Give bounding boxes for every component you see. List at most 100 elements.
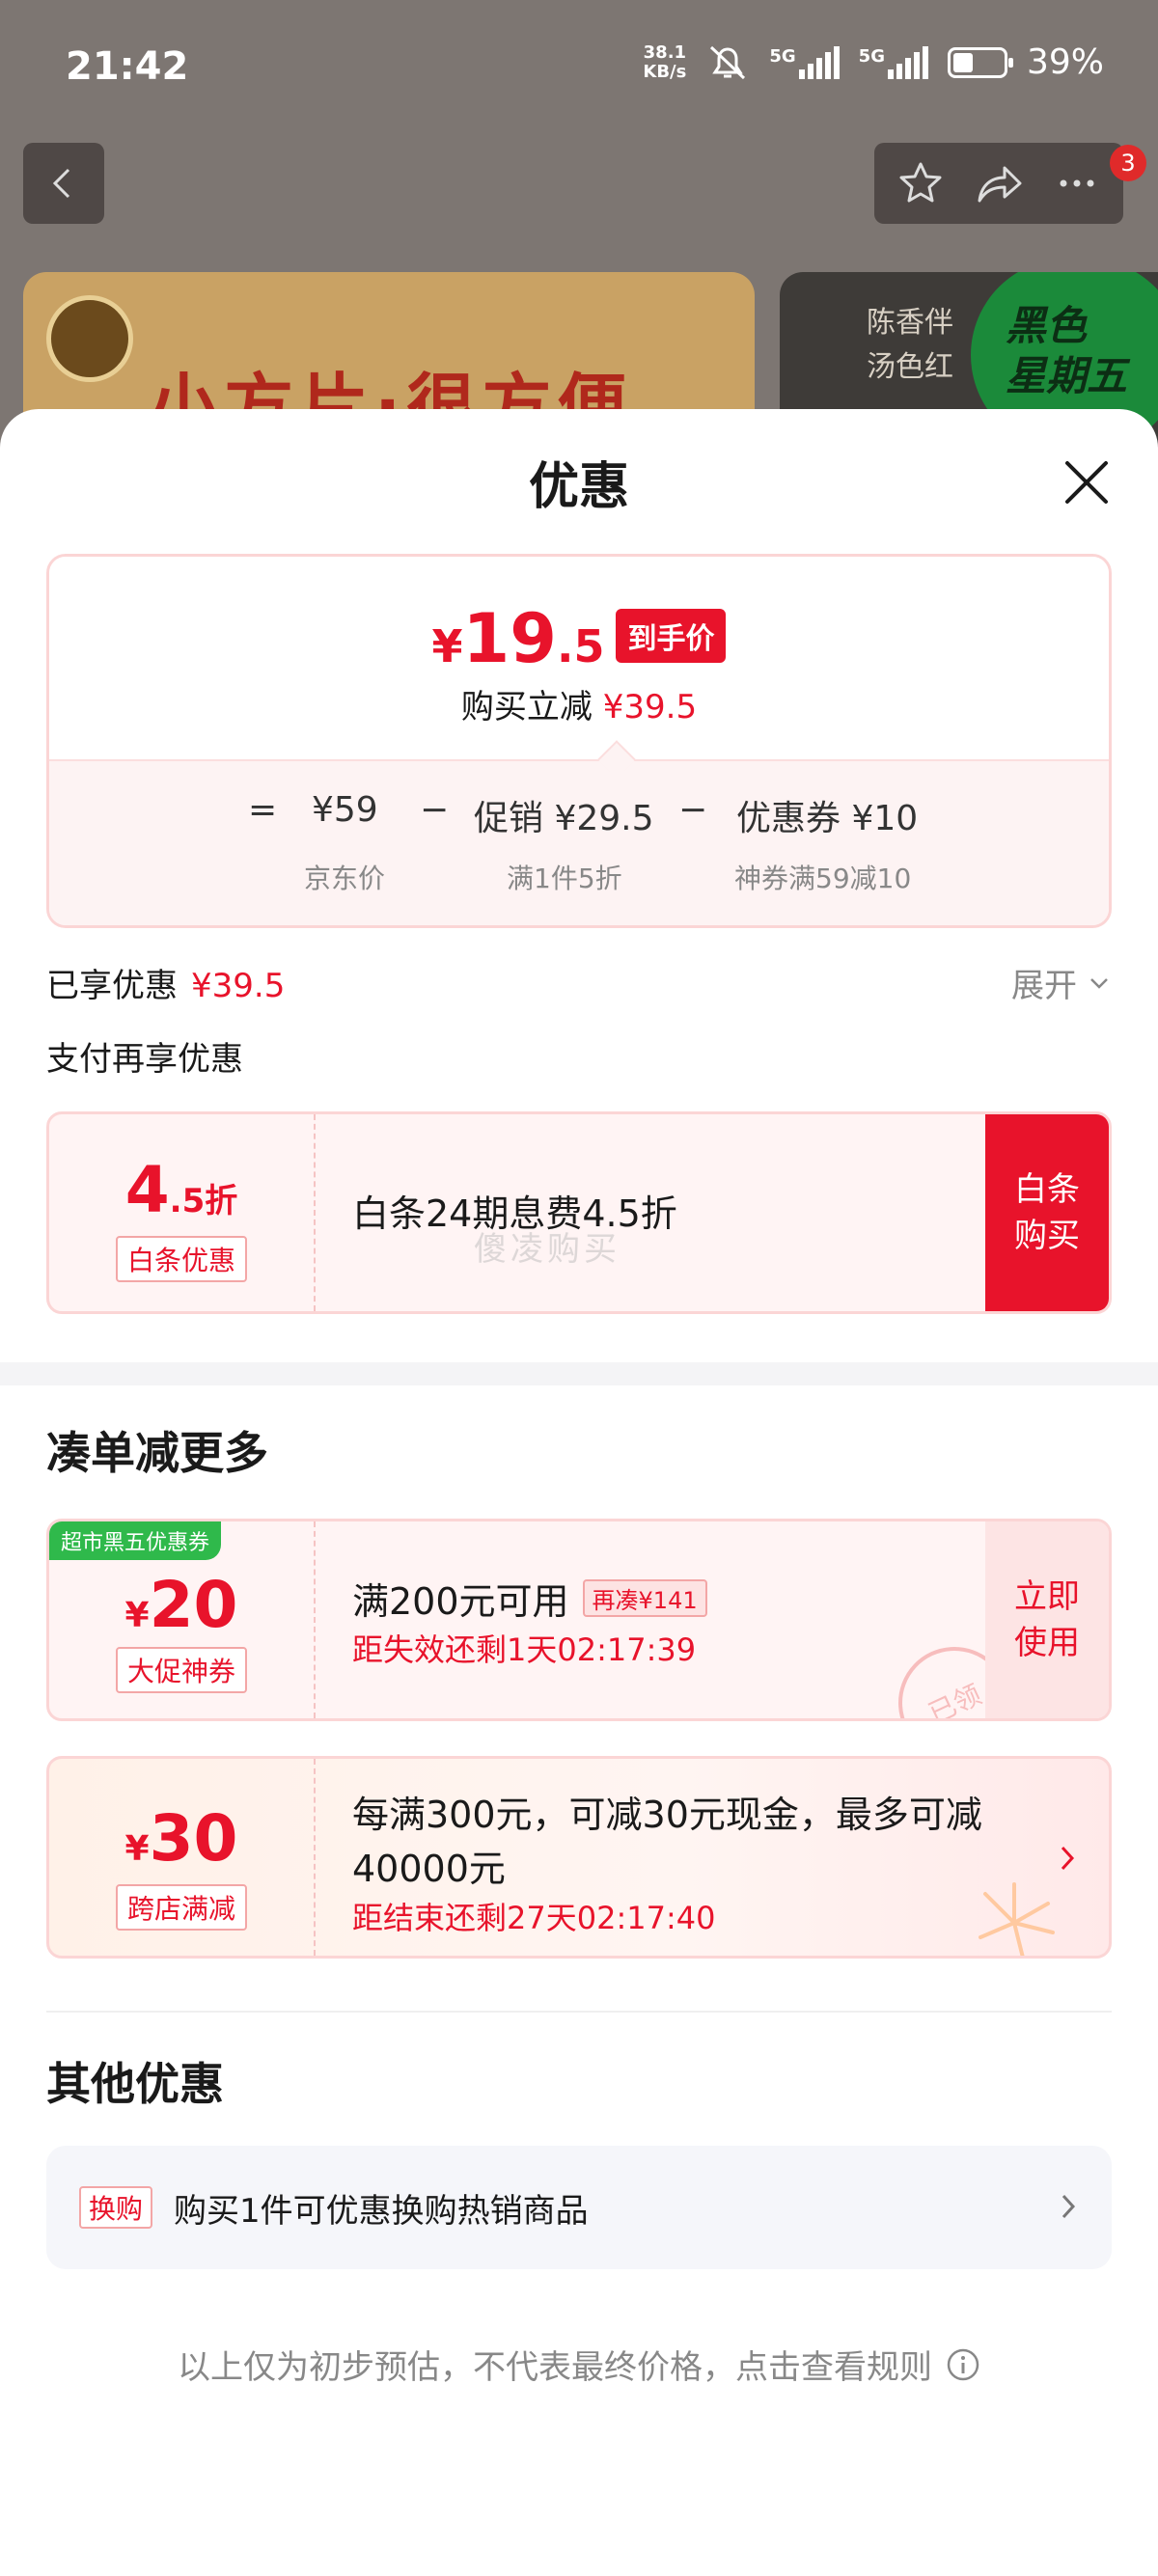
- coupon-timer: 距失效还剩1天02:17:39: [352, 1631, 697, 1668]
- coupon-currency: ¥: [124, 1829, 150, 1869]
- nav-actions: [874, 143, 1123, 224]
- baitiao-tag: 白条优惠: [115, 1236, 247, 1282]
- coupon-label: 神券满59减10: [734, 863, 912, 894]
- button-line: 立即: [1014, 1577, 1080, 1616]
- sparkle-decoration-icon: [979, 1882, 1055, 1956]
- enjoyed-label: 已享优惠: [46, 967, 178, 1005]
- mute-icon: [710, 45, 746, 79]
- status-icons: 38.1 KB/s 5G 5G 39%: [643, 42, 1104, 82]
- coupon-amount: ¥20: [49, 1568, 314, 1642]
- exchange-offer-row[interactable]: 换购 购买1件可优惠换购热销商品: [46, 2146, 1112, 2269]
- payment-discount-title: 支付再享优惠: [46, 1040, 243, 1079]
- section-divider: [0, 1362, 1158, 1385]
- status-time: 21:42: [66, 44, 189, 89]
- coupon-value: 30: [149, 1801, 238, 1876]
- footnote-text: 以上仅为初步预估，不代表最终价格，点击查看规则: [178, 2348, 932, 2387]
- final-price-tag: 到手价: [616, 609, 727, 663]
- badge-line: 黑色: [1006, 302, 1088, 349]
- network-speed-unit: KB/s: [643, 61, 687, 82]
- coupon-type-tag: 大促神券: [115, 1647, 247, 1693]
- minus-sign: −: [420, 790, 450, 830]
- instant-discount: 购买立减 ¥39.5: [49, 680, 1109, 727]
- coupon-corner-tag: 超市黑五优惠券: [49, 1521, 222, 1560]
- banner-right-text: 陈香伴 汤色红: [867, 301, 953, 390]
- banner-right-line: 汤色红: [867, 350, 953, 384]
- baitiao-rate: 4.5折 白条优惠: [49, 1114, 316, 1311]
- button-line: 白条: [1014, 1170, 1080, 1209]
- price-breakdown-card: ¥19.5 到手价 购买立减 ¥39.5 = ¥59 京东价 − 促销 ¥29.5…: [46, 554, 1112, 928]
- exchange-tag: 换购: [79, 2186, 153, 2229]
- base-price-label: 京东价: [304, 863, 386, 894]
- enjoyed-amount: ¥39.5: [191, 967, 286, 1005]
- discount-sheet: 优惠 ¥19.5 到手价 购买立减 ¥39.5 = ¥59 京东价 − 促销 ¥2…: [0, 409, 1158, 2576]
- expand-label: 展开: [1011, 967, 1077, 1005]
- final-price-section: ¥19.5 到手价 购买立减 ¥39.5: [49, 557, 1109, 759]
- minus-sign: −: [678, 790, 708, 830]
- banner-right-line: 陈香伴: [867, 306, 953, 340]
- exchange-text: 购买1件可优惠换购热销商品: [174, 2192, 589, 2231]
- network-speed: 38.1 KB/s: [643, 41, 687, 82]
- other-discount-title: 其他优惠: [46, 2058, 224, 2110]
- coupon-amount-section: 超市黑五优惠券 ¥20 大促神券: [49, 1521, 316, 1718]
- coupon-currency: ¥: [124, 1596, 150, 1635]
- more-discount-title: 凑单减更多: [46, 1427, 268, 1479]
- status-bar: 21:42 38.1 KB/s 5G 5G 39%: [0, 0, 1158, 135]
- coupon-value: 20: [149, 1568, 238, 1642]
- back-button[interactable]: [23, 143, 104, 224]
- chevron-right-icon: [1061, 1846, 1075, 1871]
- baitiao-buy-button[interactable]: 白条 购买: [985, 1114, 1109, 1311]
- sheet-title: 优惠: [528, 458, 629, 516]
- expand-button[interactable]: 展开: [1011, 959, 1112, 1006]
- coupon-condition: 满200元可用 再凑¥141: [352, 1572, 707, 1625]
- enjoyed-discount: 已享优惠 ¥39.5: [46, 959, 285, 1006]
- back-icon: [52, 168, 70, 199]
- notification-badge: 3: [1110, 145, 1146, 181]
- signal-icon-1: 5G: [769, 45, 840, 79]
- divider: [46, 2011, 1112, 2013]
- add-more-tag: 再凑¥141: [582, 1579, 707, 1617]
- chevron-right-icon: [1062, 2194, 1076, 2219]
- coupon-card: 超市黑五优惠券 ¥20 大促神券 满200元可用 再凑¥141 距失效还剩1天0…: [46, 1519, 1112, 1721]
- final-price: ¥19.5 到手价: [49, 599, 1109, 678]
- chevron-down-icon: [1090, 977, 1108, 989]
- close-icon[interactable]: [1060, 455, 1114, 509]
- more-icon[interactable]: [1052, 158, 1102, 208]
- price-formula: = ¥59 京东价 − 促销 ¥29.5 满1件5折 − 优惠券 ¥10 神券满…: [49, 759, 1109, 925]
- rules-footnote[interactable]: 以上仅为初步预估，不代表最终价格，点击查看规则: [0, 2341, 1158, 2388]
- coupon-condition-text: 满200元可用: [352, 1580, 569, 1623]
- signal-label-1: 5G: [769, 45, 796, 67]
- promo-price: 促销 ¥29.5: [474, 799, 654, 838]
- price-decimal: .5: [556, 620, 605, 672]
- brand-logo: [46, 295, 133, 382]
- info-icon: [947, 2348, 979, 2380]
- badge-line: 星期五: [1006, 352, 1128, 399]
- battery-icon: [947, 46, 1013, 78]
- base-price: ¥59: [312, 790, 378, 830]
- coupon-amount-section: ¥30 跨店满减: [49, 1759, 316, 1956]
- signal-icon-2: 5G: [858, 45, 928, 79]
- price-currency: ¥: [431, 620, 463, 672]
- share-icon[interactable]: [972, 158, 1026, 208]
- coupon-timer: 距结束还剩27天02:17:40: [352, 1900, 716, 1936]
- baitiao-rate-value: 4.5折: [49, 1153, 314, 1227]
- cross-store-discount-card[interactable]: ¥30 跨店满减 每满300元，可减30元现金，最多可减40000元 距结束还剩…: [46, 1756, 1112, 1959]
- equals-sign: =: [248, 790, 278, 830]
- instant-discount-amount: ¥39.5: [602, 688, 698, 726]
- use-now-button[interactable]: 立即 使用: [985, 1521, 1109, 1718]
- rate-small: .5折: [169, 1182, 238, 1220]
- signal-label-2: 5G: [858, 45, 885, 67]
- battery-percent: 39%: [1026, 42, 1104, 82]
- rate-big: 4: [124, 1153, 170, 1227]
- coupon-price: 优惠券 ¥10: [736, 799, 919, 838]
- button-line: 使用: [1014, 1624, 1080, 1662]
- coupon-type-tag: 跨店满减: [115, 1884, 247, 1931]
- button-line: 购买: [1014, 1217, 1080, 1255]
- star-icon[interactable]: [896, 158, 946, 208]
- promo-label: 满1件5折: [507, 863, 622, 894]
- baitiao-offer-card: 4.5折 白条优惠 白条24期息费4.5折 傻凌购买 白条 购买: [46, 1111, 1112, 1314]
- coupon-condition-text: 每满300元，可减30元现金，最多可减40000元: [352, 1794, 982, 1890]
- network-speed-value: 38.1: [643, 41, 687, 63]
- watermark: 傻凌购买: [474, 1230, 620, 1269]
- coupon-amount: ¥30: [49, 1801, 314, 1876]
- price-integer: 19: [462, 599, 557, 678]
